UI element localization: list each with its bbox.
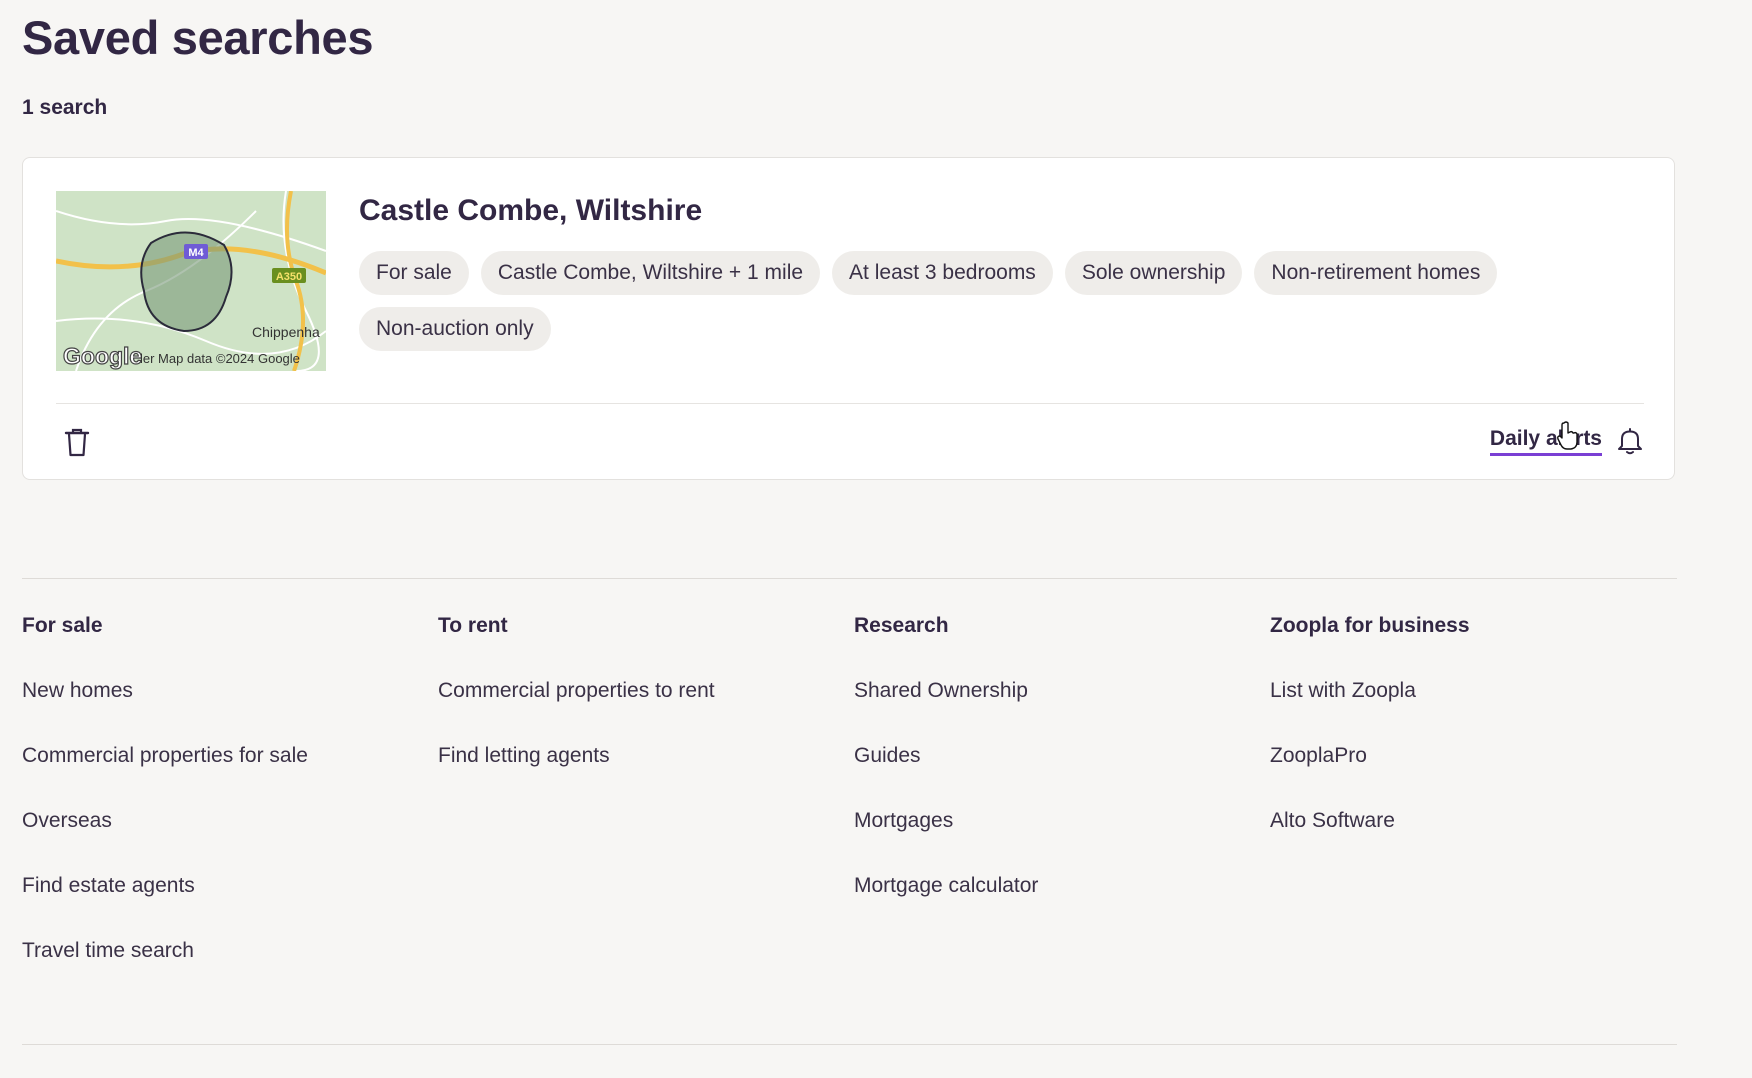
footer-heading: Research [854, 614, 949, 637]
footer-link[interactable]: New homes [22, 671, 438, 711]
footer-column-business: Zoopla for business List with Zoopla Zoo… [1270, 614, 1686, 996]
footer-link[interactable]: Travel time search [22, 931, 438, 971]
google-logo: Google [63, 343, 142, 369]
footer-heading: Zoopla for business [1270, 614, 1470, 637]
footer-top-divider [22, 578, 1677, 579]
alerts-label: Daily alerts [1489, 426, 1602, 450]
footer-link[interactable]: Alto Software [1270, 801, 1686, 841]
card-divider [56, 403, 1644, 404]
bell-icon [1618, 428, 1642, 455]
filter-chip: Non-auction only [359, 307, 551, 351]
road-label-m4: M4 [188, 247, 204, 259]
filter-chip: Non-retirement homes [1254, 251, 1498, 295]
trash-icon [64, 428, 90, 457]
map-town-label: Chippenha [252, 324, 320, 340]
map-attribution: ler Map data ©2024 Google [140, 351, 300, 366]
alerts-frequency-link[interactable]: Daily alerts [1489, 420, 1602, 456]
filter-chip: For sale [359, 251, 469, 295]
footer-bottom-divider [22, 1044, 1677, 1045]
filter-chip: Sole ownership [1064, 251, 1243, 295]
page-title: Saved searches [22, 11, 374, 64]
saved-searches-page: Saved searches 1 search M4 A350 Chippenh… [0, 0, 1752, 1078]
footer-link[interactable]: Find letting agents [438, 736, 854, 776]
footer-links: For sale New homes Commercial properties… [22, 614, 1682, 996]
filter-chip: Castle Combe, Wiltshire + 1 mile [480, 251, 821, 295]
footer-heading: To rent [438, 614, 508, 637]
road-label-a350: A350 [276, 271, 302, 283]
delete-search-button[interactable] [61, 425, 93, 459]
footer-link[interactable]: Shared Ownership [854, 671, 1270, 711]
footer-link[interactable]: Mortgages [854, 801, 1270, 841]
footer-column-to-rent: To rent Commercial properties to rent Fi… [438, 614, 854, 996]
saved-search-title[interactable]: Castle Combe, Wiltshire [359, 194, 702, 228]
footer-link[interactable]: Overseas [22, 801, 438, 841]
alerts-bell-button[interactable] [1616, 426, 1644, 456]
footer-heading: For sale [22, 614, 103, 637]
footer-link[interactable]: Guides [854, 736, 1270, 776]
footer-link[interactable]: List with Zoopla [1270, 671, 1686, 711]
saved-search-card: M4 A350 Chippenha Google ler Map data ©2… [22, 157, 1675, 480]
search-count: 1 search [22, 96, 108, 119]
footer-column-for-sale: For sale New homes Commercial properties… [22, 614, 438, 996]
alerts-control: Daily alerts [1489, 420, 1644, 456]
footer-link[interactable]: Find estate agents [22, 866, 438, 906]
footer-link[interactable]: ZooplaPro [1270, 736, 1686, 776]
footer-link[interactable]: Commercial properties for sale [22, 736, 438, 776]
filter-chips: For sale Castle Combe, Wiltshire + 1 mil… [359, 251, 1649, 351]
footer-link[interactable]: Commercial properties to rent [438, 671, 854, 711]
map-thumbnail[interactable]: M4 A350 Chippenha Google ler Map data ©2… [56, 191, 326, 371]
filter-chip: At least 3 bedrooms [832, 251, 1053, 295]
footer-column-research: Research Shared Ownership Guides Mortgag… [854, 614, 1270, 996]
footer-link[interactable]: Mortgage calculator [854, 866, 1270, 906]
map-image: M4 A350 Chippenha Google ler Map data ©2… [56, 191, 326, 371]
